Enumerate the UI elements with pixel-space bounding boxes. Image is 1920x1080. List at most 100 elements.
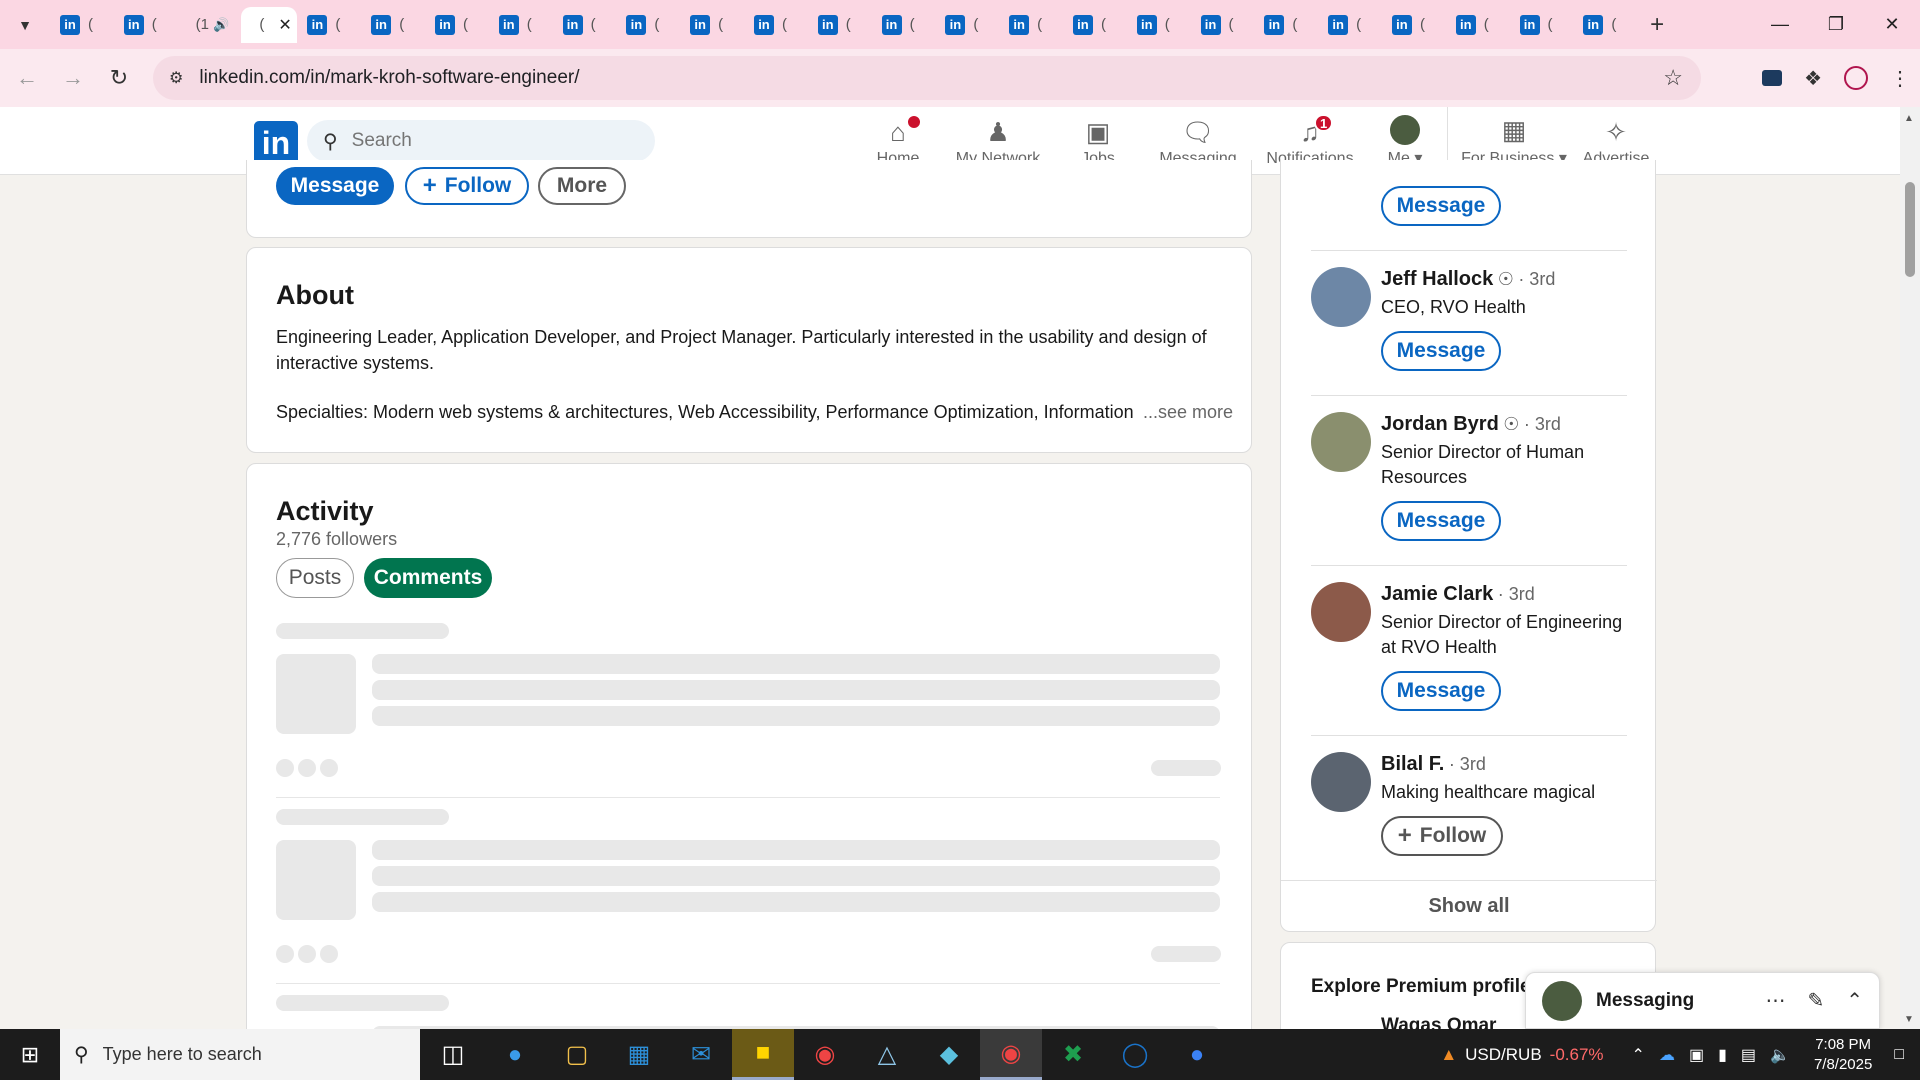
chevron-up-icon[interactable]: ⌃ bbox=[1632, 1045, 1645, 1065]
meet-now-icon[interactable]: ▣ bbox=[1689, 1045, 1704, 1065]
browser-tab[interactable]: in ( bbox=[999, 7, 1063, 43]
show-all-button[interactable]: Show all bbox=[1281, 880, 1657, 932]
more-button[interactable]: More bbox=[538, 167, 626, 205]
more-options-icon[interactable]: ⋯ bbox=[1765, 988, 1785, 1013]
reload-icon[interactable]: ↻ bbox=[100, 59, 138, 97]
zoom-icon[interactable]: ● bbox=[1166, 1029, 1228, 1080]
page-scrollbar[interactable]: ▲ ▼ bbox=[1900, 107, 1920, 1029]
excel-icon[interactable]: ✖ bbox=[1042, 1029, 1104, 1080]
linkedin-search[interactable]: ⚲ bbox=[307, 120, 655, 162]
back-icon[interactable]: ← bbox=[8, 59, 46, 97]
browser-tab[interactable]: in ( bbox=[425, 7, 489, 43]
restore-icon[interactable]: ❐ bbox=[1808, 0, 1864, 49]
puzzle-icon[interactable]: ❖ bbox=[1804, 66, 1822, 91]
close-tab-icon[interactable]: ✕ bbox=[278, 15, 291, 35]
linkedin-logo[interactable]: in bbox=[254, 121, 298, 165]
browser-tab[interactable]: in ( bbox=[297, 7, 361, 43]
browser-tab[interactable]: in ( bbox=[114, 7, 178, 43]
message-button[interactable]: Message bbox=[1381, 671, 1501, 711]
browser-tab[interactable]: in ( bbox=[50, 7, 114, 43]
browser-tab[interactable]: in ( bbox=[1191, 7, 1255, 43]
browser-tab[interactable]: in ( bbox=[1127, 7, 1191, 43]
browser-tab[interactable]: in ( bbox=[1510, 7, 1574, 43]
follow-button[interactable]: + Follow bbox=[405, 167, 529, 205]
chrome-profile-icon[interactable]: ◉ bbox=[980, 1029, 1042, 1080]
chrome-icon[interactable]: ◉ bbox=[794, 1029, 856, 1080]
message-button[interactable]: Message bbox=[1381, 331, 1501, 371]
browser-tab[interactable]: in ( bbox=[553, 7, 617, 43]
profile-icon[interactable] bbox=[1844, 66, 1868, 90]
tab-title: ( bbox=[1419, 16, 1425, 33]
speaker-icon[interactable]: 🔊 bbox=[213, 17, 229, 33]
site-settings-icon[interactable]: ⚙ bbox=[169, 68, 183, 88]
windows-start-icon[interactable]: ⊞ bbox=[0, 1029, 60, 1080]
browser-tab[interactable]: in ( bbox=[1063, 7, 1127, 43]
compose-icon[interactable]: ✎ bbox=[1807, 988, 1824, 1013]
pen-app-icon[interactable]: △ bbox=[856, 1029, 918, 1080]
new-tab-button[interactable]: + bbox=[1637, 11, 1677, 39]
chevron-up-icon[interactable]: ⌃ bbox=[1846, 988, 1863, 1013]
person-name[interactable]: Jeff Hallock bbox=[1381, 268, 1493, 290]
close-window-icon[interactable]: ✕ bbox=[1864, 0, 1920, 49]
taskbar-search[interactable]: ⚲ Type here to search bbox=[60, 1029, 420, 1080]
address-bar[interactable]: ⚙ linkedin.com/in/mark-kroh-software-eng… bbox=[153, 56, 1701, 100]
browser-tab[interactable]: in ( bbox=[808, 7, 872, 43]
network-icon[interactable]: ▤ bbox=[1741, 1045, 1756, 1065]
stock-widget[interactable]: ▲ USD/RUB -0.67% bbox=[1440, 1045, 1603, 1065]
extension-icon[interactable] bbox=[1762, 70, 1783, 86]
browser-tab[interactable]: in ( bbox=[744, 7, 808, 43]
scrollbar-thumb[interactable] bbox=[1905, 182, 1915, 277]
avatar[interactable] bbox=[1311, 752, 1371, 812]
minimize-icon[interactable]: — bbox=[1752, 0, 1808, 49]
outlook-icon[interactable]: ◯ bbox=[1104, 1029, 1166, 1080]
avatar[interactable] bbox=[1311, 267, 1371, 327]
file-explorer-icon[interactable]: ▢ bbox=[546, 1029, 608, 1080]
message-button[interactable]: Message bbox=[1381, 186, 1501, 226]
browser-tab[interactable]: in ( bbox=[680, 7, 744, 43]
diamond-app-icon[interactable]: ◆ bbox=[918, 1029, 980, 1080]
sticky-notes-icon[interactable]: ■ bbox=[732, 1029, 794, 1080]
kebab-menu-icon[interactable]: ⋮ bbox=[1890, 66, 1910, 91]
browser-tab[interactable]: in ( bbox=[872, 7, 936, 43]
follow-button[interactable]: + Follow bbox=[1381, 816, 1503, 856]
onedrive-icon[interactable]: ☁ bbox=[1659, 1045, 1675, 1065]
battery-icon[interactable]: ▮ bbox=[1718, 1045, 1727, 1065]
person-name[interactable]: Bilal F. bbox=[1381, 753, 1444, 775]
system-clock[interactable]: 7:08 PM 7/8/2025 bbox=[1814, 1035, 1872, 1075]
see-more-link[interactable]: ...see more bbox=[1137, 399, 1234, 425]
person-name[interactable]: Jamie Clark bbox=[1381, 583, 1493, 605]
browser-tab[interactable]: in ( bbox=[1318, 7, 1382, 43]
search-input[interactable] bbox=[351, 130, 612, 152]
person-name[interactable]: Jordan Byrd bbox=[1381, 413, 1499, 435]
tab-comments[interactable]: Comments bbox=[364, 558, 492, 598]
tab-search-chevron-icon[interactable]: ▼ bbox=[0, 0, 50, 49]
store-icon[interactable]: ▦ bbox=[608, 1029, 670, 1080]
browser-tab[interactable]: in ( bbox=[935, 7, 999, 43]
scroll-up-arrow-icon[interactable]: ▲ bbox=[1904, 113, 1914, 124]
avatar[interactable] bbox=[1311, 582, 1371, 642]
browser-tab[interactable]: in ( bbox=[361, 7, 425, 43]
browser-tab[interactable]: (✕ bbox=[241, 6, 298, 43]
message-button[interactable]: Message bbox=[1381, 501, 1501, 541]
browser-tab[interactable]: in ( bbox=[1573, 7, 1637, 43]
url-text[interactable]: linkedin.com/in/mark-kroh-software-engin… bbox=[199, 67, 579, 89]
browser-tab[interactable]: in ( bbox=[1446, 7, 1510, 43]
notification-center-icon[interactable]: □ bbox=[1894, 1046, 1904, 1064]
forward-icon[interactable]: → bbox=[54, 59, 92, 97]
messaging-dock[interactable]: Messaging ⋯ ✎ ⌃ bbox=[1525, 972, 1880, 1029]
browser-tab[interactable]: in ( bbox=[1382, 7, 1446, 43]
tab-posts[interactable]: Posts bbox=[276, 558, 354, 598]
browser-tab[interactable]: in ( bbox=[1254, 7, 1318, 43]
task-view-icon[interactable]: ◫ bbox=[422, 1029, 484, 1080]
bookmark-star-icon[interactable]: ☆ bbox=[1663, 65, 1683, 91]
scroll-down-arrow-icon[interactable]: ▼ bbox=[1904, 1014, 1914, 1025]
mail-icon[interactable]: ✉ bbox=[670, 1029, 732, 1080]
messaging-dock-title[interactable]: Messaging bbox=[1596, 990, 1694, 1012]
browser-tab[interactable]: in ( bbox=[489, 7, 553, 43]
browser-tab[interactable]: in ( bbox=[616, 7, 680, 43]
message-button[interactable]: Message bbox=[276, 167, 394, 205]
browser-tab[interactable]: (1 🔊 bbox=[178, 7, 242, 43]
avatar[interactable] bbox=[1311, 412, 1371, 472]
volume-icon[interactable]: 🔈 bbox=[1770, 1045, 1790, 1065]
edge-icon[interactable]: ● bbox=[484, 1029, 546, 1080]
